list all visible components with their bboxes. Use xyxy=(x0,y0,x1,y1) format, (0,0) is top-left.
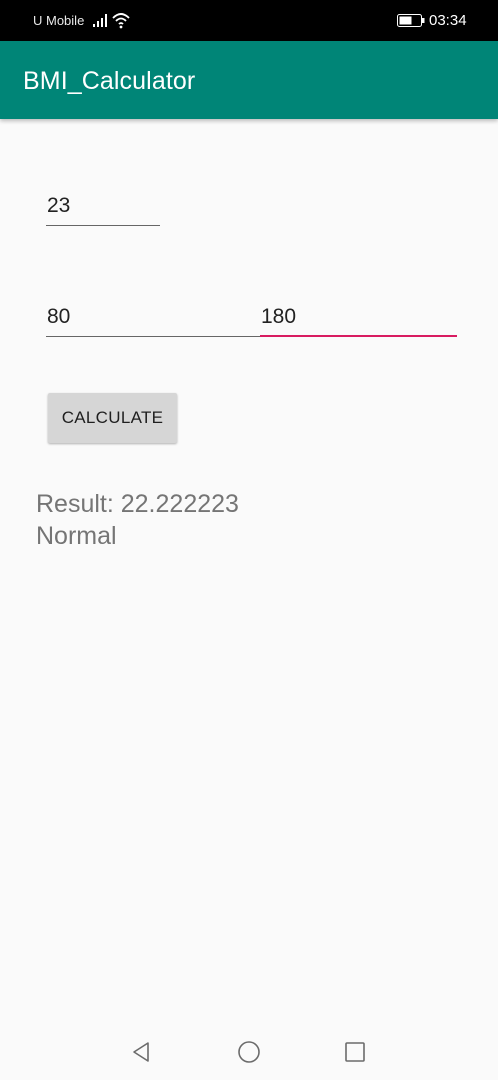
app-bar: BMI_Calculator xyxy=(0,41,498,119)
height-input[interactable]: 180 xyxy=(260,301,457,337)
weight-input-value: 80 xyxy=(47,305,71,328)
result-category: Normal xyxy=(36,522,117,550)
navigation-bar xyxy=(0,1020,498,1080)
result-value: Result: 22.222223 xyxy=(36,490,239,518)
clock: 03:34 xyxy=(429,12,467,29)
age-input[interactable]: 23 xyxy=(46,190,160,226)
home-icon[interactable] xyxy=(237,1040,261,1064)
recent-apps-icon[interactable] xyxy=(343,1040,367,1064)
height-input-value: 180 xyxy=(261,305,297,328)
app-title: BMI_Calculator xyxy=(23,67,196,95)
back-icon[interactable] xyxy=(130,1040,154,1064)
weight-input[interactable]: 80 xyxy=(46,301,260,337)
age-input-value: 23 xyxy=(47,194,71,217)
wifi-icon xyxy=(112,13,130,29)
status-bar: U Mobile 03:34 xyxy=(0,0,498,41)
carrier-label: U Mobile xyxy=(33,13,85,28)
battery-icon xyxy=(397,14,425,27)
calculate-button[interactable]: CALCULATE xyxy=(48,393,177,443)
signal-icon xyxy=(93,14,107,27)
